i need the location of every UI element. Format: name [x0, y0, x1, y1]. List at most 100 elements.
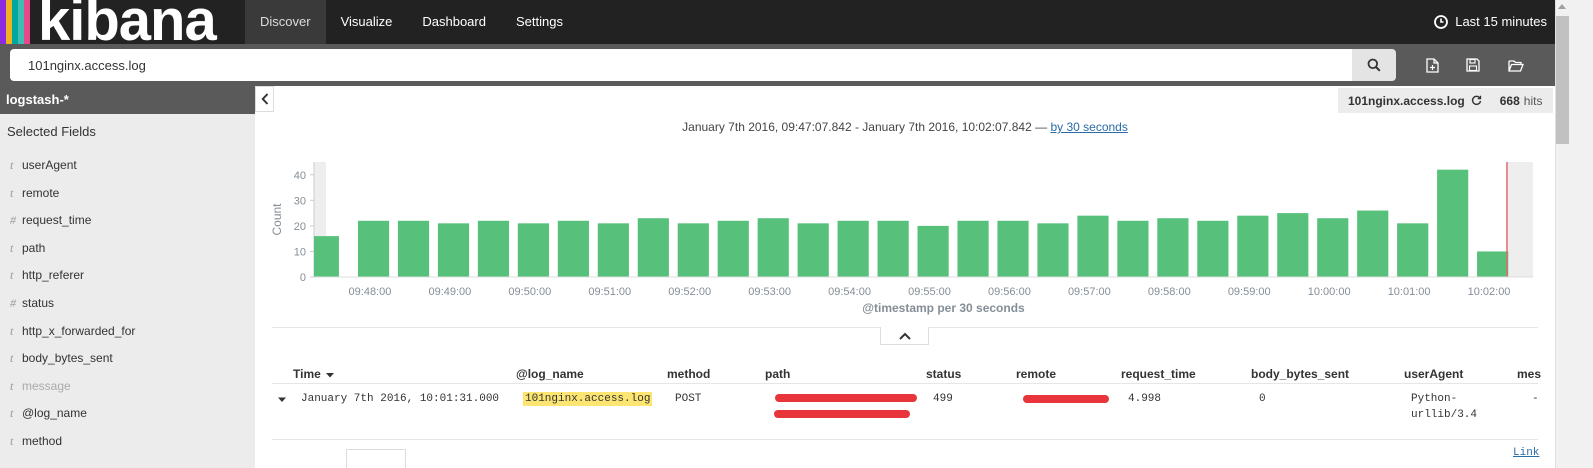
x-tick-label: 09:57:00	[1068, 286, 1111, 298]
field-type-icon: t	[10, 185, 14, 200]
document-detail-tab[interactable]	[346, 449, 406, 468]
field-name: remote	[22, 185, 60, 200]
search-icon	[1367, 58, 1381, 72]
histogram-bar	[877, 220, 909, 277]
field-item[interactable]: t http_x_forwarded_for	[0, 318, 255, 346]
index-pattern-selector[interactable]: logstash-*	[0, 86, 255, 114]
field-name: message	[22, 378, 71, 393]
y-tick-label: 20	[294, 221, 306, 233]
histogram-bar	[597, 223, 629, 277]
redacted-path-2	[774, 410, 910, 418]
field-item[interactable]: t http_referer	[0, 262, 255, 290]
cell-body-bytes-sent: 0	[1259, 393, 1266, 405]
histogram-bar	[837, 220, 869, 277]
field-name: body_bytes_sent	[22, 351, 113, 366]
histogram-bar	[357, 220, 390, 277]
column-header-body-bytes-sent[interactable]: body_bytes_sent	[1251, 367, 1349, 381]
hits-index-name: 101nginx.access.log	[1348, 93, 1465, 108]
collapse-sidebar-button[interactable]	[255, 86, 274, 112]
kibana-logo[interactable]: kibana	[0, 0, 240, 44]
clock-icon	[1434, 15, 1449, 29]
field-item[interactable]: t remote	[0, 180, 255, 208]
chevron-left-icon	[260, 93, 268, 105]
field-type-icon: t	[10, 406, 14, 421]
field-item[interactable]: # status	[0, 290, 255, 318]
reset-icon[interactable]	[1471, 95, 1482, 106]
redacted-remote	[1023, 395, 1109, 403]
field-name: path	[22, 240, 46, 255]
table-row: January 7th 2016, 10:01:31.000 101nginx.…	[272, 384, 1539, 440]
x-tick-label: 09:59:00	[1228, 286, 1271, 298]
cell-method: POST	[675, 393, 702, 405]
histogram-bar	[917, 225, 949, 277]
caret-down-icon	[326, 372, 335, 378]
nav-tab-discover[interactable]: Discover	[245, 0, 326, 44]
column-header-status[interactable]: status	[926, 367, 961, 381]
column-header-path[interactable]: path	[765, 367, 790, 381]
cell-log-name: 101nginx.access.log	[523, 392, 653, 406]
x-tick-label: 09:50:00	[508, 286, 551, 298]
field-name: userAgent	[22, 158, 77, 172]
column-header-time[interactable]: Time	[293, 367, 335, 381]
field-item[interactable]: # request_time	[0, 207, 255, 235]
x-tick-label: 09:54:00	[828, 286, 871, 298]
x-tick-label: 09:58:00	[1148, 286, 1191, 298]
scrollbar-thumb[interactable]	[1556, 16, 1569, 144]
histogram-bar	[397, 220, 430, 277]
nav-tab-dashboard[interactable]: Dashboard	[407, 0, 501, 44]
time-picker[interactable]: Last 15 minutes	[1434, 0, 1547, 44]
toggle-chart-button[interactable]	[880, 327, 929, 345]
histogram-bar	[1397, 223, 1429, 277]
hits-counter: 101nginx.access.log 668 hits	[1338, 88, 1553, 113]
field-type-icon: t	[10, 351, 14, 366]
scroll-up-arrow-icon[interactable]	[1558, 4, 1566, 9]
expand-row-caret-icon[interactable]	[278, 397, 286, 403]
histogram-bar	[1197, 220, 1229, 277]
field-type-icon: t	[10, 323, 14, 338]
search-button[interactable]	[1352, 49, 1396, 81]
histogram-bar	[717, 220, 749, 277]
field-list: t userAgent t remote # request_time t path t http…	[0, 152, 255, 456]
link-button[interactable]: Link	[1513, 447, 1539, 459]
cell-status: 499	[933, 393, 953, 405]
field-name: request_time	[22, 213, 92, 228]
interval-link[interactable]: by 30 seconds	[1050, 120, 1127, 134]
field-item[interactable]: t message	[0, 373, 255, 401]
field-item[interactable]: t body_bytes_sent	[0, 345, 255, 373]
histogram-bar	[637, 218, 669, 277]
search-input[interactable]	[10, 49, 1352, 81]
top-navbar: kibana Discover Visualize Dashboard Setting…	[0, 0, 1555, 44]
field-item[interactable]: t method	[0, 428, 255, 456]
column-header-user-agent[interactable]: userAgent	[1404, 367, 1463, 381]
search-bar	[0, 44, 1555, 86]
save-search-button[interactable]	[1462, 54, 1484, 76]
x-tick-label: 10:01:00	[1388, 286, 1431, 298]
field-item[interactable]: t userAgent	[0, 152, 255, 180]
new-document-icon	[1425, 57, 1439, 73]
column-header-method[interactable]: method	[667, 367, 710, 381]
field-type-icon: #	[10, 295, 16, 310]
nav-tab-visualize[interactable]: Visualize	[326, 0, 408, 44]
column-header-log-name[interactable]: @log_name	[516, 367, 584, 381]
column-header-message[interactable]: mes	[1517, 367, 1541, 381]
logo-stripes	[0, 0, 36, 44]
x-tick-label: 09:48:00	[349, 286, 392, 298]
new-search-button[interactable]	[1421, 54, 1443, 76]
histogram-bar	[677, 223, 709, 277]
histogram-bar	[557, 220, 589, 277]
column-header-remote[interactable]: remote	[1016, 367, 1056, 381]
field-item[interactable]: t @log_name	[0, 400, 255, 428]
open-search-button[interactable]	[1505, 54, 1527, 76]
selected-fields-heading: Selected Fields	[7, 124, 96, 139]
nav-tabs: Discover Visualize Dashboard Settings	[245, 0, 578, 44]
histogram-bar	[1237, 215, 1269, 277]
field-item[interactable]: t path	[0, 235, 255, 263]
field-type-icon: t	[10, 268, 14, 283]
redacted-path-1	[775, 394, 917, 402]
table-header: Time @log_name method path status remote…	[272, 364, 1541, 384]
column-header-request-time[interactable]: request_time	[1121, 367, 1196, 381]
nav-tab-settings[interactable]: Settings	[501, 0, 578, 44]
y-tick-label: 10	[294, 246, 306, 258]
histogram-bar	[517, 223, 550, 277]
field-sidebar: logstash-* Selected Fields t userAgent t re…	[0, 86, 255, 468]
